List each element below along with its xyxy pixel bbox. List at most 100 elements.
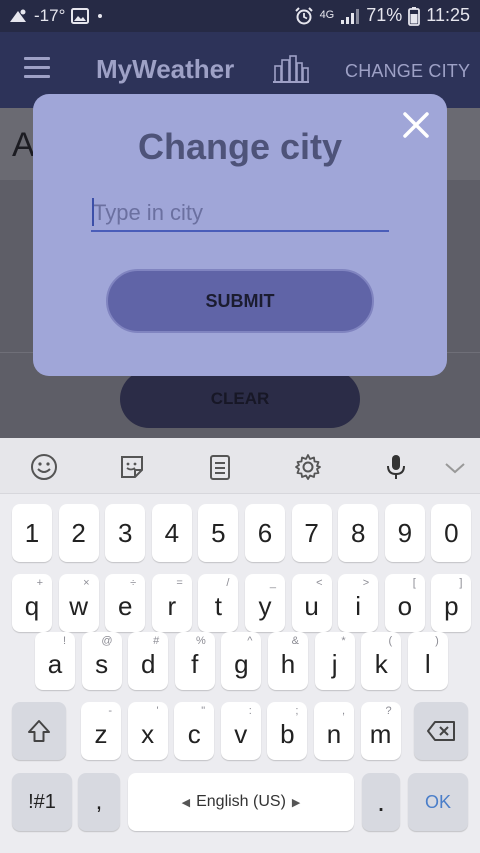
key-label: h <box>280 648 296 679</box>
app-title: MyWeather <box>96 54 235 84</box>
key-hint: , <box>341 705 345 717</box>
emoji-icon[interactable] <box>29 452 59 482</box>
key-label: 9 <box>397 517 413 548</box>
key-label: o <box>397 590 413 621</box>
submit-button[interactable]: SUBMIT <box>106 269 374 333</box>
key-hint: : <box>248 705 252 717</box>
key-v[interactable]: :v <box>220 702 261 760</box>
key-u[interactable]: < u <box>291 574 332 632</box>
battery-icon <box>408 6 421 26</box>
key-label: 1 <box>24 517 40 548</box>
right-arrow-icon: ▶ <box>291 796 301 809</box>
key-3[interactable]: 3 <box>105 504 146 562</box>
key-label: 5 <box>211 517 226 548</box>
weather-icon <box>8 8 28 24</box>
city-skyline-icon[interactable] <box>272 54 310 89</box>
clipboard-icon[interactable] <box>205 452 235 482</box>
menu-icon[interactable] <box>24 57 50 79</box>
key-d[interactable]: # d <box>128 632 169 690</box>
key-label: l <box>424 648 431 679</box>
key-2[interactable]: 2 <box>58 504 99 562</box>
key-z[interactable]: -z <box>81 702 121 760</box>
key-label: 7 <box>304 517 319 548</box>
key-hint: _ <box>269 577 276 589</box>
key-hint: [ <box>412 577 416 589</box>
key-n[interactable]: ,n <box>314 702 354 760</box>
key-hint: × <box>83 577 90 589</box>
key-y[interactable]: _ y <box>245 574 285 632</box>
space-key[interactable]: ◀ English (US) ▶ <box>128 773 354 831</box>
key-7[interactable]: 7 <box>291 504 332 562</box>
change-city-dialog: Change city SUBMIT <box>33 94 447 376</box>
left-arrow-icon: ◀ <box>181 796 191 809</box>
text-cursor <box>92 198 94 226</box>
key-hint: ? <box>385 705 392 717</box>
key-6[interactable]: 6 <box>245 504 285 562</box>
dialog-title: Change city <box>137 126 343 167</box>
key-label: f <box>191 648 199 679</box>
key-t[interactable]: / t <box>198 574 239 632</box>
symbols-key[interactable]: !#1 <box>12 773 72 831</box>
key-8[interactable]: 8 <box>338 504 379 562</box>
key-hint: * <box>341 635 346 647</box>
dimmed-heading: A <box>12 126 35 164</box>
key-1[interactable]: 1 <box>12 504 52 562</box>
key-label: s <box>95 648 109 679</box>
key-hint: ( <box>388 635 393 647</box>
backspace-key[interactable] <box>414 702 468 760</box>
key-c[interactable]: " c <box>174 702 215 760</box>
key-5[interactable]: 5 <box>198 504 239 562</box>
shift-key[interactable] <box>12 702 66 760</box>
key-label: i <box>355 590 362 621</box>
key-j[interactable]: * j <box>314 632 355 690</box>
key-m[interactable]: ? m <box>360 702 401 760</box>
key-label: 4 <box>164 517 180 548</box>
temperature-text: -17° <box>34 6 66 25</box>
chevron-down-icon[interactable] <box>440 452 470 482</box>
key-p[interactable]: ] p <box>431 574 472 632</box>
key-4[interactable]: 4 <box>151 504 192 562</box>
ok-key[interactable]: OK <box>408 773 468 831</box>
key-k[interactable]: (k <box>361 632 402 690</box>
settings-gear-icon[interactable] <box>293 452 323 482</box>
key-hint: @ <box>101 635 113 647</box>
key-label: 3 <box>117 517 133 548</box>
key-f[interactable]: % f <box>174 632 215 690</box>
key-r[interactable]: = r <box>151 574 192 632</box>
key-o[interactable]: [o <box>384 574 425 632</box>
key-b[interactable]: ; b <box>267 702 308 760</box>
key-label: e <box>117 590 133 621</box>
key-hint: ) <box>435 635 439 647</box>
key-g[interactable]: ^ g <box>221 632 262 690</box>
key-w[interactable]: × w <box>58 574 99 632</box>
clear-button: CLEAR <box>120 370 360 428</box>
change-city-button[interactable]: CHANGE CITY <box>345 61 470 82</box>
key-i[interactable]: > i <box>338 574 379 632</box>
key-label: 8 <box>350 517 366 548</box>
notification-dot-icon <box>95 11 105 21</box>
space-key-label: English (US) <box>196 793 286 810</box>
key-s[interactable]: @ s <box>81 632 122 690</box>
key-hint: = <box>176 577 183 589</box>
key-0[interactable]: 0 <box>431 504 472 562</box>
key-hint: % <box>196 635 206 647</box>
image-icon <box>71 8 90 24</box>
period-key[interactable]: . <box>362 773 400 831</box>
key-e[interactable]: ÷ e <box>105 574 146 632</box>
key-x[interactable]: ' x <box>127 702 168 760</box>
key-label: y <box>258 590 272 621</box>
key-label: 0 <box>444 517 459 548</box>
key-l[interactable]: ) l <box>407 632 448 690</box>
city-input[interactable] <box>91 196 389 232</box>
sticker-icon[interactable] <box>117 452 147 482</box>
microphone-icon[interactable] <box>381 452 411 482</box>
comma-key[interactable]: , <box>78 773 120 831</box>
key-hint: ] <box>459 577 463 589</box>
key-h[interactable]: & h <box>268 632 308 690</box>
key-q[interactable]: + q <box>12 574 52 632</box>
key-label: r <box>167 590 177 621</box>
keyboard: 1 2 3 4 5 6 7 8 9 0 + q × w ÷ e = r / t _ y < u > i[o] p! a @ s # d% f ^ g… <box>0 438 480 853</box>
key-label: a <box>47 648 63 679</box>
key-a[interactable]: ! a <box>35 632 75 690</box>
key-9[interactable]: 9 <box>384 504 425 562</box>
